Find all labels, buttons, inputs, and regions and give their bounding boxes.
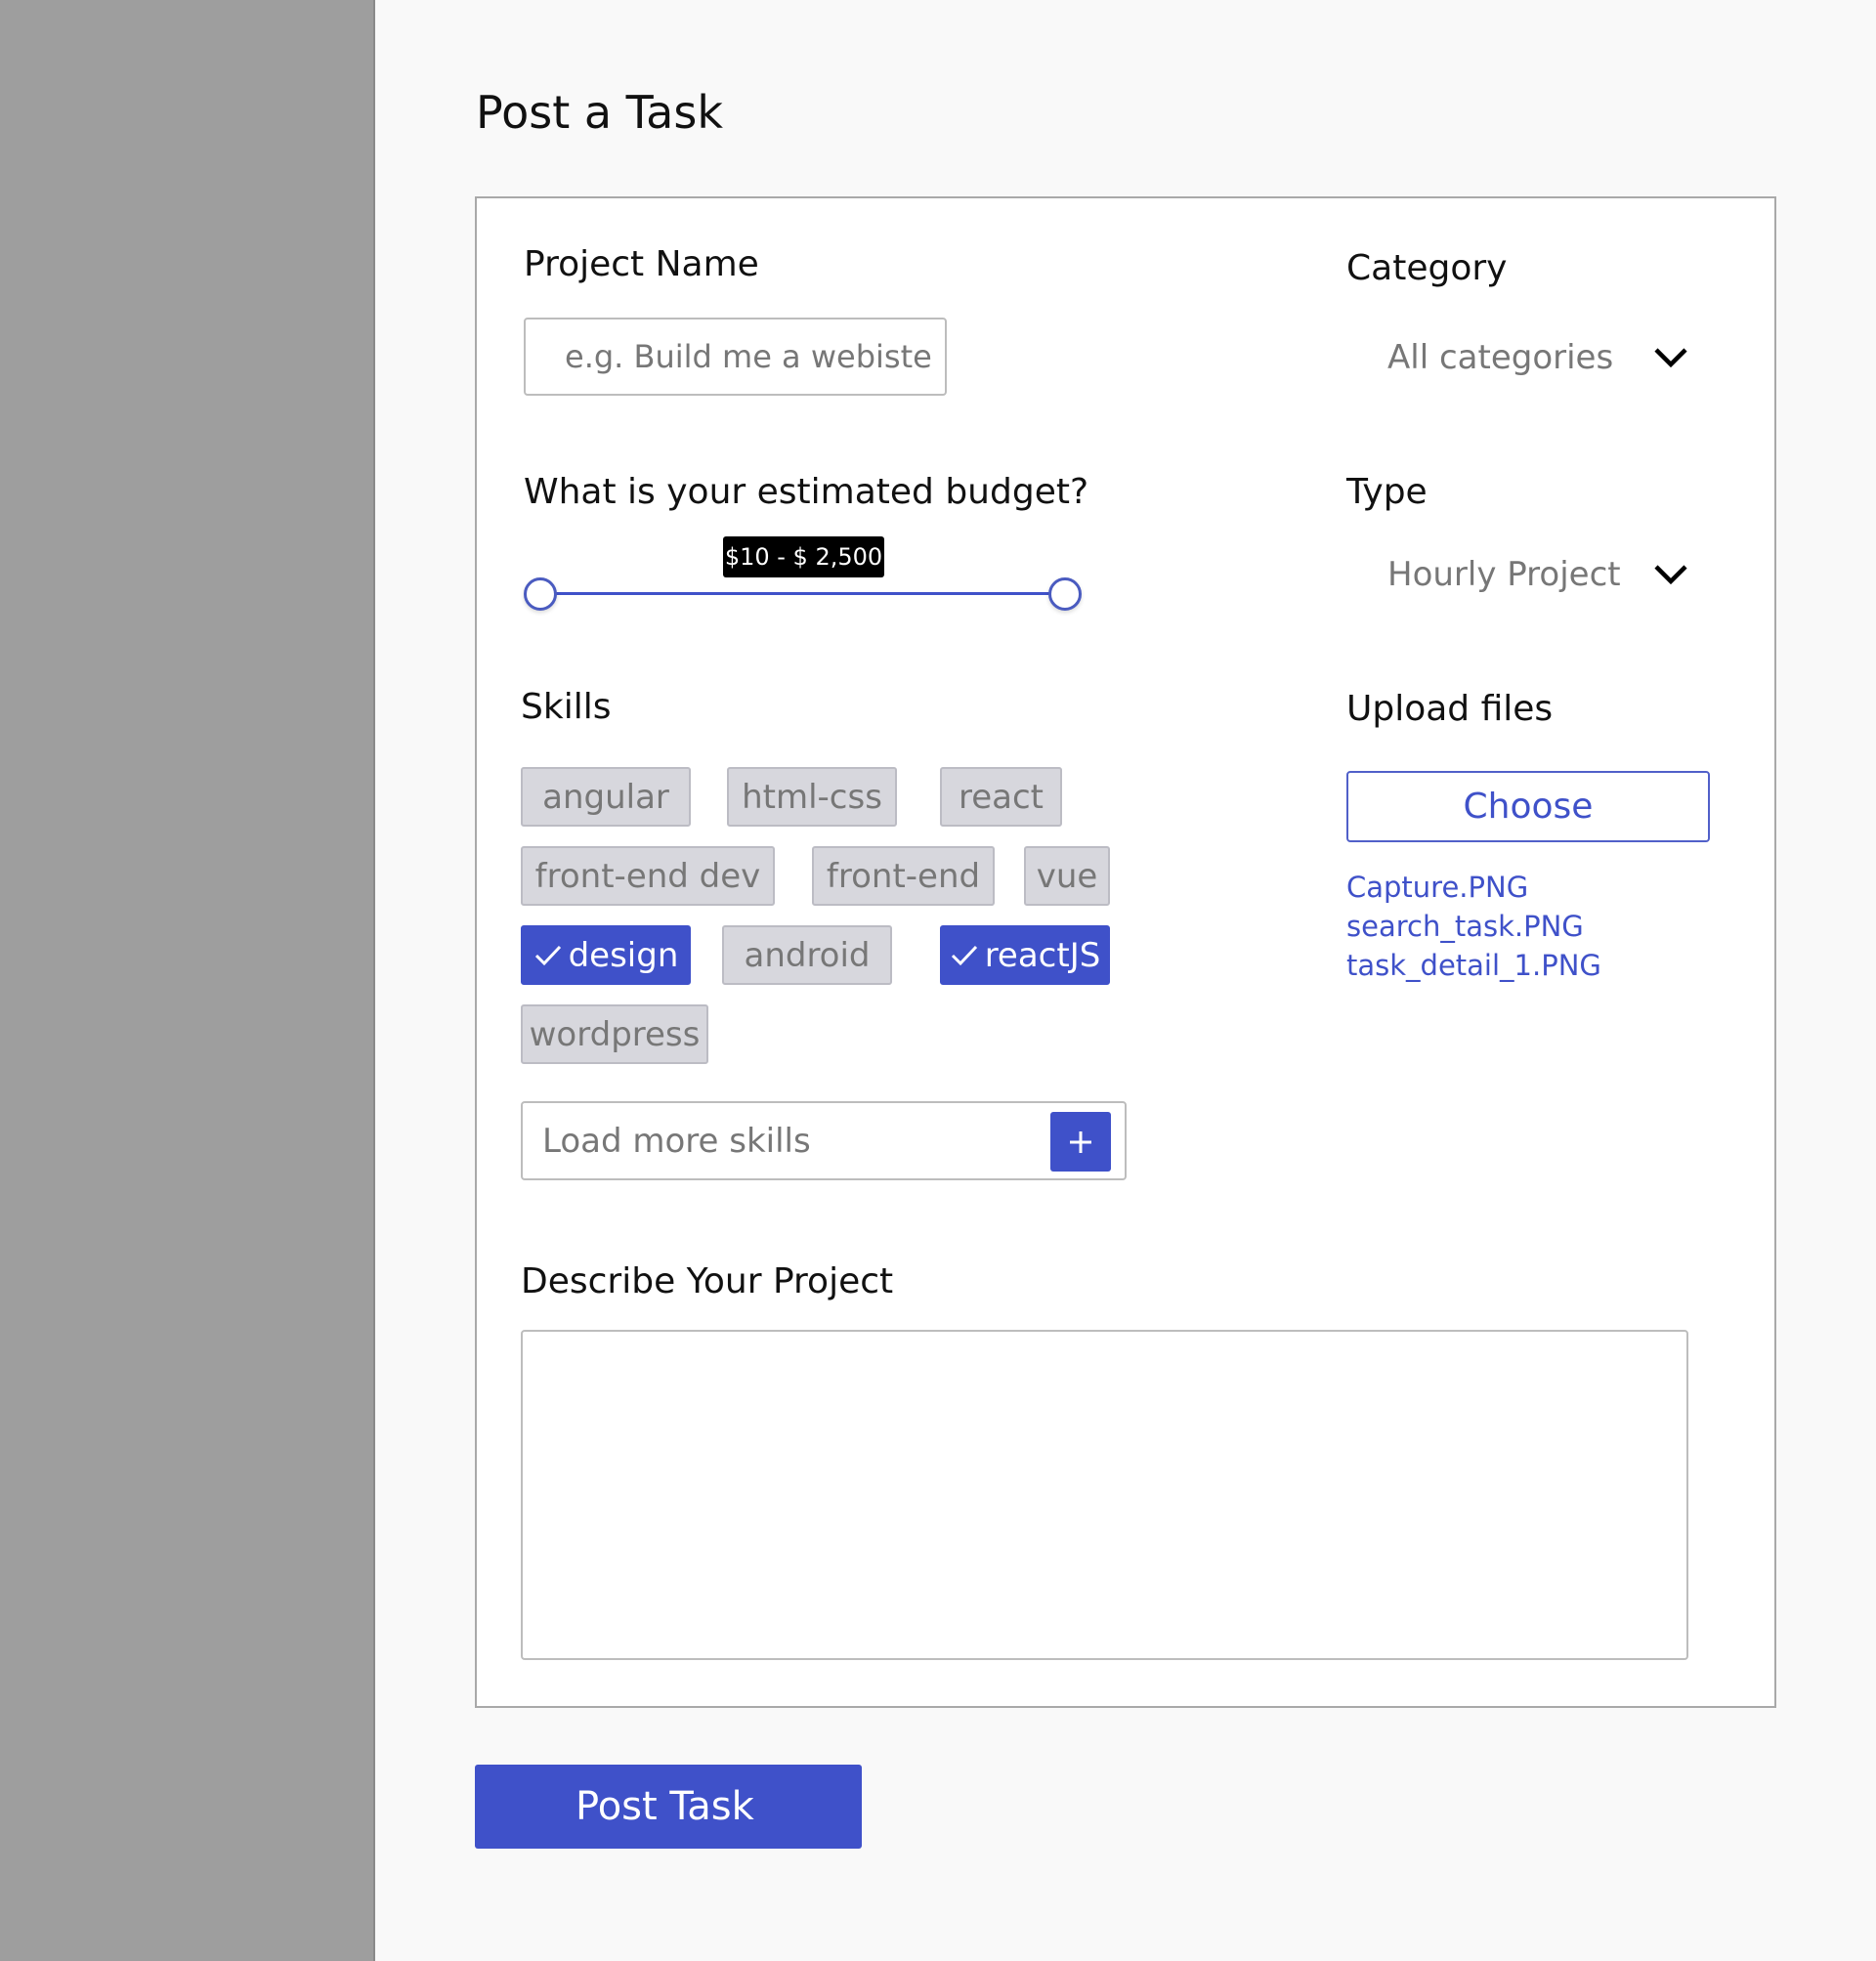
- skill-chip-label: android: [744, 935, 871, 975]
- type-label: Type: [1346, 472, 1428, 512]
- budget-slider-track[interactable]: [540, 592, 1066, 595]
- skill-chip-front-end[interactable]: front-end: [812, 846, 995, 906]
- type-select[interactable]: Hourly Project: [1387, 549, 1690, 600]
- skill-chip-label: angular: [542, 777, 669, 817]
- skill-chip-vue[interactable]: vue: [1024, 846, 1110, 906]
- uploaded-file-link[interactable]: Capture.PNG: [1346, 871, 1528, 904]
- budget-range-tooltip: $10 - $ 2,500: [723, 536, 884, 577]
- budget-label: What is your estimated budget?: [524, 472, 1089, 512]
- choose-file-button[interactable]: Choose: [1346, 771, 1710, 842]
- skill-chip-html-css[interactable]: html-css: [727, 767, 897, 827]
- skill-chip-wordpress[interactable]: wordpress: [521, 1004, 708, 1064]
- upload-files-label: Upload files: [1346, 689, 1554, 729]
- skill-chip-label: front-end dev: [534, 856, 761, 896]
- skill-chip-react[interactable]: react: [940, 767, 1062, 827]
- project-name-label: Project Name: [524, 244, 759, 284]
- skills-label: Skills: [521, 687, 612, 727]
- skill-chip-reactjs[interactable]: reactJS: [940, 925, 1110, 985]
- add-skill-button[interactable]: [1050, 1112, 1111, 1172]
- category-label: Category: [1346, 248, 1508, 288]
- skill-chip-label: front-end: [826, 856, 981, 896]
- checkmark-icon: [950, 943, 979, 968]
- project-name-input[interactable]: e.g. Build me a webiste: [524, 318, 947, 396]
- skill-chip-label: wordpress: [529, 1014, 701, 1054]
- sidebar: [0, 0, 375, 1961]
- load-more-skills-input[interactable]: Load more skills: [542, 1103, 811, 1178]
- page-title: Post a Task: [476, 86, 723, 139]
- chevron-down-icon: [1651, 338, 1690, 377]
- checkmark-icon: [533, 943, 563, 968]
- skill-chip-front-end-dev[interactable]: front-end dev: [521, 846, 775, 906]
- uploaded-file-link[interactable]: task_detail_1.PNG: [1346, 949, 1601, 982]
- load-more-skills-field[interactable]: Load more skills: [521, 1101, 1127, 1180]
- skill-chip-label: react: [958, 777, 1044, 817]
- uploaded-file-link[interactable]: search_task.PNG: [1346, 910, 1584, 943]
- plus-icon: [1068, 1120, 1093, 1165]
- describe-project-label: Describe Your Project: [521, 1261, 894, 1301]
- skill-chip-label: reactJS: [984, 935, 1101, 975]
- category-select[interactable]: All categories: [1387, 332, 1690, 383]
- chevron-down-icon: [1651, 555, 1690, 594]
- budget-slider-min-handle[interactable]: [524, 577, 557, 611]
- type-select-value: Hourly Project: [1387, 555, 1621, 594]
- skill-chip-label: html-css: [742, 777, 882, 817]
- skill-chip-angular[interactable]: angular: [521, 767, 691, 827]
- skill-chip-label: vue: [1036, 856, 1098, 896]
- skill-chip-label: design: [568, 935, 679, 975]
- describe-project-textarea[interactable]: [521, 1330, 1688, 1660]
- skill-chip-android[interactable]: android: [722, 925, 892, 985]
- budget-slider-max-handle[interactable]: [1048, 577, 1082, 611]
- post-task-button[interactable]: Post Task: [475, 1765, 862, 1849]
- skill-chip-design[interactable]: design: [521, 925, 691, 985]
- category-select-value: All categories: [1387, 338, 1614, 377]
